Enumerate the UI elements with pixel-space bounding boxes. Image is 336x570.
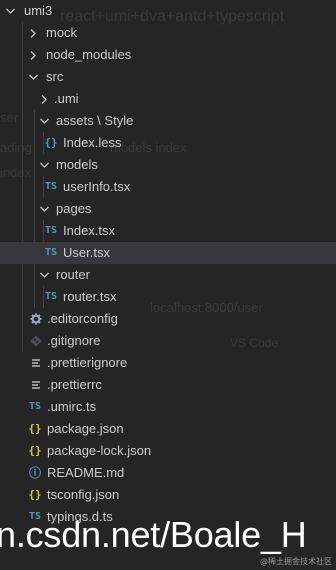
file-editorconfig[interactable]: .editorconfig [0,308,336,330]
file-index-less[interactable]: {} Index.less [0,132,336,154]
typescript-file-icon: TS [28,401,42,412]
file-prettierignore[interactable]: .prettierignore [0,352,336,374]
file-gitignore[interactable]: .gitignore [0,330,336,352]
json-file-icon: {} [28,422,42,435]
folder-pages[interactable]: pages [0,198,336,220]
folder-label: src [46,69,64,84]
gear-icon [29,308,43,330]
chevron-down-icon [29,73,38,81]
file-package-json[interactable]: {} package.json [0,418,336,440]
watermark-site: @稀土掘金技术社区 [260,557,332,566]
folder-mock[interactable]: mock [0,22,336,44]
typescript-file-icon: TS [44,181,58,192]
file-label: userInfo.tsx [63,179,131,194]
git-icon [29,330,43,352]
json-file-icon: {} [28,488,42,501]
folder-src[interactable]: src [0,66,336,88]
folder-label: assets \ Style [56,113,134,128]
less-file-icon: {} [44,136,58,149]
folder-router[interactable]: router [0,264,336,286]
file-label: Index.less [63,135,122,150]
file-prettierrc[interactable]: .prettierrc [0,374,336,396]
file-tsconfig-json[interactable]: {} tsconfig.json [0,484,336,506]
file-label: package-lock.json [47,443,152,458]
folder-label: models [56,157,98,172]
file-label: User.tsx [63,245,110,260]
file-router-tsx[interactable]: TS router.tsx [0,286,336,308]
file-user-tsx[interactable]: TS User.tsx [0,242,336,264]
folder-label: mock [46,25,78,40]
file-label: .prettierignore [47,355,128,370]
folder-label: node_modules [46,47,132,62]
file-package-lock-json[interactable]: {} package-lock.json [0,440,336,462]
file-userinfo-tsx[interactable]: TS userInfo.tsx [0,176,336,198]
info-icon: ⓘ [28,466,41,480]
file-label: tsconfig.json [47,487,120,502]
typescript-file-icon: TS [44,225,58,236]
folder-label: umi3 [24,3,53,18]
chevron-down-icon [40,271,49,279]
folder-umi3[interactable]: umi3 [0,0,336,22]
file-label: .editorconfig [47,311,118,326]
chevron-down-icon [40,117,49,125]
chevron-down-icon [40,205,49,213]
file-label: router.tsx [63,289,117,304]
file-explorer: react+umi+dva+antd+typescript ser ading … [0,0,336,570]
folder-label: pages [56,201,92,216]
folder-assets-style[interactable]: assets \ Style [0,110,336,132]
chevron-right-icon [29,51,37,60]
chevron-right-icon [29,29,37,38]
typescript-file-icon: TS [44,291,58,302]
folder-dot-umi[interactable]: .umi [0,88,336,110]
file-label: .prettierrc [47,377,102,392]
folder-label: router [56,267,90,282]
file-label: .umirc.ts [47,399,97,414]
typescript-file-icon: TS [44,247,58,258]
file-label: Index.tsx [63,223,116,238]
file-label: package.json [47,421,124,436]
file-umirc-ts[interactable]: TS .umirc.ts [0,396,336,418]
folder-node-modules[interactable]: node_modules [0,44,336,66]
file-index-tsx[interactable]: TS Index.tsx [0,220,336,242]
json-file-icon: {} [28,444,42,457]
chevron-right-icon [40,95,48,104]
lines-icon [29,352,43,374]
watermark-url: n.csdn.net/Boale_H [0,514,307,555]
file-label: README.md [47,465,125,480]
folder-label: .umi [54,91,79,106]
chevron-down-icon [40,161,49,169]
chevron-down-icon [6,7,15,15]
lines-icon [29,374,43,396]
folder-models[interactable]: models [0,154,336,176]
file-label: .gitignore [47,333,101,348]
file-readme-md[interactable]: ⓘ README.md [0,462,336,484]
